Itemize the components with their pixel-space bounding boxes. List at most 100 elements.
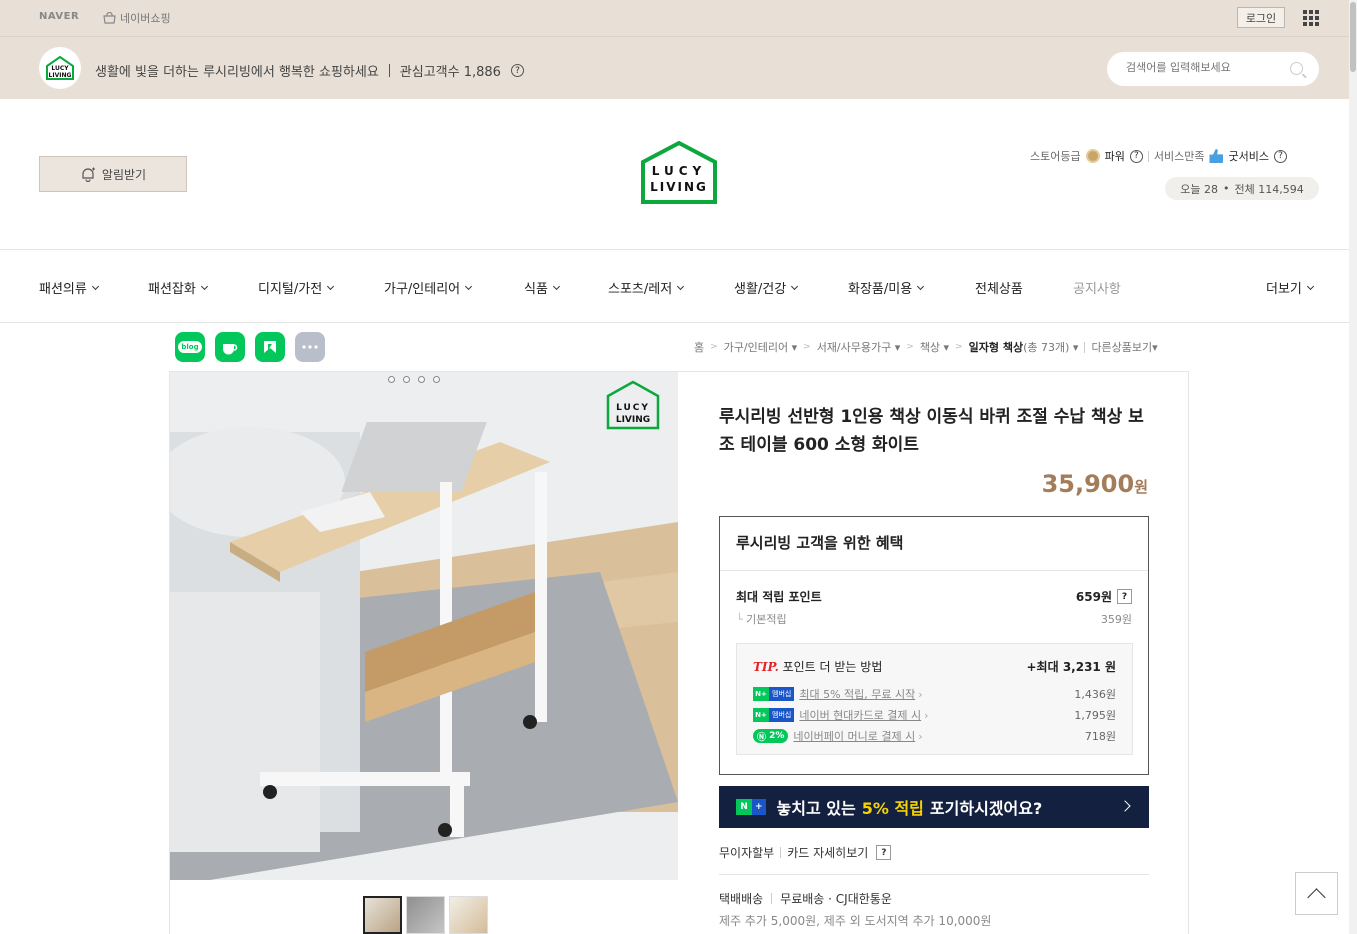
thumbnail-image[interactable]	[363, 896, 402, 934]
store-tagline: 생활에 빛을 더하는 루시리빙에서 행복한 쇼핑하세요	[95, 65, 379, 80]
divider	[719, 874, 1149, 875]
product-main-image[interactable]: LUCY LIVING	[170, 372, 678, 880]
max-point-value-wrap: 659원?	[1076, 588, 1132, 605]
search-input[interactable]	[1126, 61, 1286, 74]
nav-label: 패션의류	[39, 282, 87, 297]
scroll-to-top-button[interactable]	[1295, 872, 1338, 915]
tip-text: 포인트 더 받는 방법	[782, 660, 883, 674]
other-products-label: 다른상품보기	[1091, 341, 1153, 354]
base-point-label-wrap: └ 기본적립	[736, 611, 787, 627]
thumbs-up-icon	[1209, 149, 1224, 163]
nav-item-cosmetics[interactable]: 화장품/미용	[848, 278, 925, 297]
chevron-right-icon: ›	[918, 729, 923, 743]
thumbnail-image[interactable]	[449, 896, 488, 934]
pager-dot[interactable]	[403, 376, 410, 383]
nav-item-more[interactable]: 더보기	[1266, 278, 1314, 297]
nav-item-fashion-clothing[interactable]: 패션의류	[39, 278, 99, 297]
breadcrumb-furniture[interactable]: 가구/인테리어 ▾	[724, 339, 797, 355]
share-blog-button[interactable]: blog	[175, 332, 205, 362]
top-bar: NAVER 네이버쇼핑 로그인	[0, 0, 1349, 36]
other-products-link[interactable]: 다른상품보기▾	[1091, 339, 1157, 355]
tip-item[interactable]: N+ 멤버십 네이버 현대카드로 결제 시 › 1,795원	[753, 707, 1116, 723]
product-title: 루시리빙 선반형 1인용 책상 이동식 바퀴 조절 수납 책상 보조 테이블 6…	[719, 407, 1144, 455]
badge-label: 2%	[769, 731, 785, 741]
scrollbar-thumb[interactable]	[1350, 2, 1356, 72]
divider	[780, 847, 782, 858]
nav-item-living[interactable]: 생활/건강	[734, 278, 799, 297]
naver-plus-icon: N +	[736, 799, 766, 815]
thumbnail-image[interactable]	[406, 896, 445, 934]
tip-link[interactable]: 네이버 현대카드로 결제 시	[799, 707, 921, 723]
nav-label: 가구/인테리어	[384, 282, 461, 297]
tip-heading-row: TIP. 포인트 더 받는 방법 +최대 3,231 원	[753, 658, 1116, 675]
tip-link[interactable]: 최대 5% 적립, 무료 시작	[799, 686, 915, 702]
membership-promo-banner[interactable]: N + 놓치고 있는 5% 적립 포기하시겠어요?	[719, 786, 1149, 828]
pager-dot[interactable]	[388, 376, 395, 383]
point-help-icon[interactable]: ?	[1117, 589, 1132, 604]
share-more-button[interactable]	[295, 332, 325, 362]
chevron-down-icon	[791, 282, 799, 290]
naver-shopping-link[interactable]: 네이버쇼핑	[103, 10, 171, 26]
share-cafe-button[interactable]	[215, 332, 245, 362]
chevron-down-icon	[677, 282, 685, 290]
tip-item-left: N+ 멤버십 네이버 현대카드로 결제 시 ›	[753, 707, 929, 723]
card-details-link[interactable]: 카드 자세히보기	[787, 844, 868, 861]
breadcrumb-home[interactable]: 홈	[694, 339, 704, 355]
share-keep-button[interactable]	[255, 332, 285, 362]
store-main-logo[interactable]: LUCY LIVING	[640, 140, 718, 206]
notification-subscribe-button[interactable]: 알림받기	[39, 156, 187, 192]
login-button[interactable]: 로그인	[1237, 7, 1285, 28]
tip-item[interactable]: Ⓝ 2% 네이버페이 머니로 결제 시 › 718원	[753, 728, 1116, 744]
store-profile-logo[interactable]: LUCY LIVING	[39, 47, 81, 89]
tip-item-left: Ⓝ 2% 네이버페이 머니로 결제 시 ›	[753, 728, 923, 744]
breadcrumb-label: 서재/사무용가구	[816, 341, 892, 354]
chevron-down-icon	[917, 282, 925, 290]
tip-item[interactable]: N+ 멤버십 최대 5% 적립, 무료 시작 › 1,436원	[753, 686, 1116, 702]
tip-value: 1,436원	[1074, 688, 1116, 701]
chevron-down-icon	[200, 282, 208, 290]
chevron-down-icon	[1306, 282, 1314, 290]
divider	[771, 893, 773, 904]
nav-item-sports[interactable]: 스포츠/레저	[608, 278, 685, 297]
nav-item-all-products[interactable]: 전체상품	[975, 278, 1023, 297]
product-price: 35,900원	[1040, 470, 1148, 498]
pager-dot[interactable]	[418, 376, 425, 383]
nav-item-fashion-goods[interactable]: 패션잡화	[148, 278, 208, 297]
breadcrumb-label: 가구/인테리어	[723, 341, 789, 354]
installment-help-icon[interactable]: ?	[876, 845, 892, 860]
more-dots-icon	[302, 345, 318, 349]
nav-item-notice[interactable]: 공지사항	[1073, 278, 1121, 297]
naver-shopping-label: 네이버쇼핑	[120, 12, 171, 25]
breadcrumb-count: (총 73개)	[1023, 341, 1070, 354]
tip-link[interactable]: 네이버페이 머니로 결제 시	[793, 728, 915, 744]
chevron-right-icon: >	[955, 342, 963, 352]
help-icon[interactable]: ?	[510, 64, 524, 77]
lucy-living-small-logo: LUCY LIVING	[46, 55, 74, 80]
breadcrumb-current[interactable]: 일자형 책상(총 73개) ▾	[969, 339, 1079, 355]
shipping-value: 무료배송 · CJ대한통운	[780, 892, 892, 906]
benefit-heading: 루시리빙 고객을 위한 혜택	[720, 517, 1148, 571]
service-help-icon[interactable]: ?	[1273, 149, 1287, 163]
search-icon[interactable]	[1290, 62, 1303, 75]
naver-logo[interactable]: NAVER	[39, 11, 79, 22]
chevron-right-icon: ›	[924, 708, 929, 722]
breadcrumb-office[interactable]: 서재/사무용가구 ▾	[817, 339, 901, 355]
nav-item-furniture[interactable]: 가구/인테리어	[384, 278, 473, 297]
nav-label: 디지털/가전	[258, 282, 323, 297]
breadcrumb-desk[interactable]: 책상 ▾	[920, 339, 949, 355]
pager-dot[interactable]	[433, 376, 440, 383]
nav-item-digital[interactable]: 디지털/가전	[258, 278, 335, 297]
apps-grid-icon[interactable]	[1303, 10, 1319, 26]
base-point-label: 기본적립	[746, 613, 787, 626]
grade-value: 파워	[1104, 150, 1125, 163]
store-tagline-area: 생활에 빛을 더하는 루시리빙에서 행복한 쇼핑하세요 관심고객수 1,886 …	[95, 61, 524, 80]
thumbnail-strip	[363, 896, 488, 934]
tip-label: TIP.	[753, 660, 779, 674]
page-scrollbar[interactable]	[1349, 0, 1357, 934]
grade-help-icon[interactable]: ?	[1129, 149, 1143, 163]
cafe-cup-icon	[223, 344, 238, 355]
nav-item-food[interactable]: 식품	[524, 278, 560, 297]
installment-label: 무이자할부	[719, 846, 775, 860]
image-logo-living: LIVING	[616, 415, 650, 425]
tip-value: 718원	[1084, 730, 1116, 743]
